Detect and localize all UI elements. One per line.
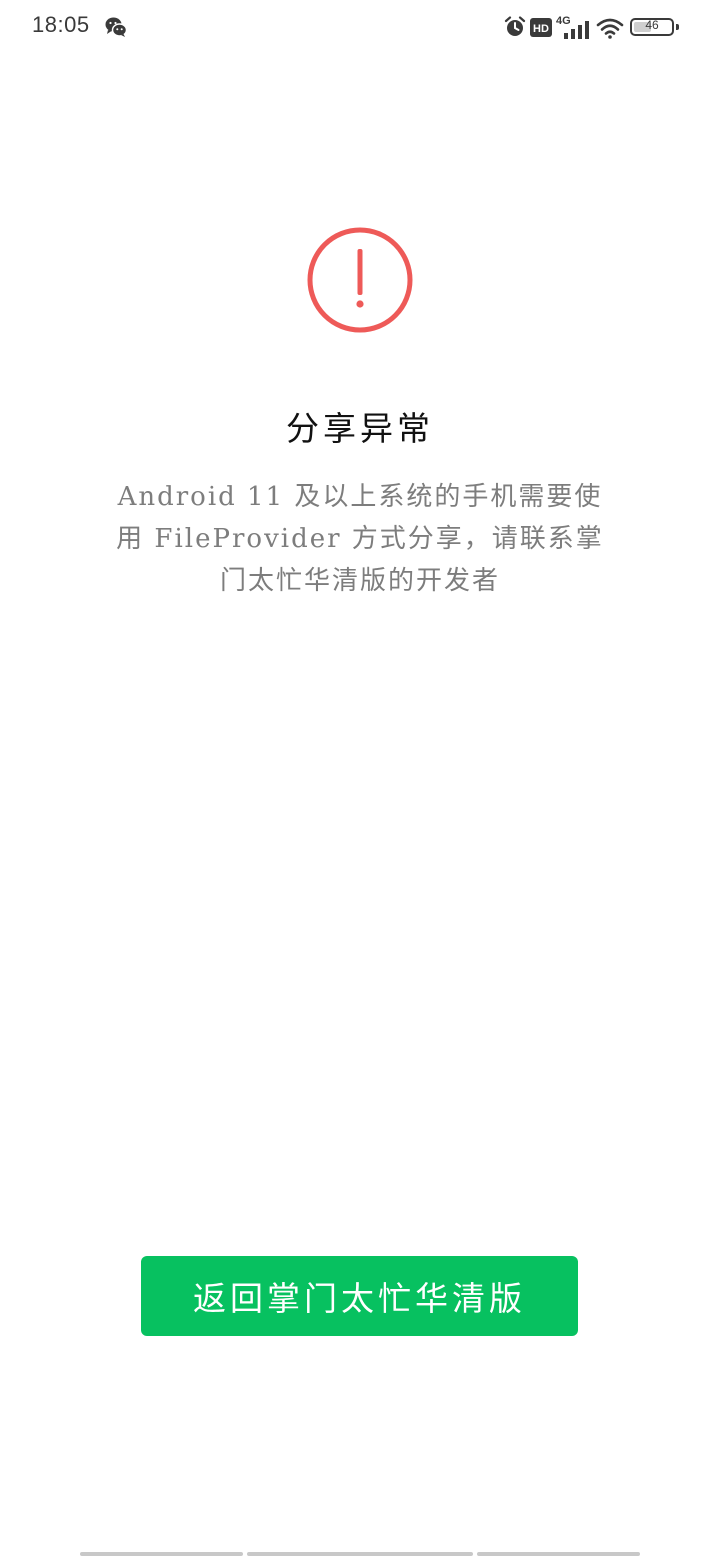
return-button[interactable]: 返回掌门太忙华清版 — [141, 1256, 578, 1336]
wifi-icon — [596, 18, 624, 39]
nav-bar-right — [477, 1552, 640, 1556]
status-bar: 18:05 HD 4G 46 — [0, 0, 720, 54]
nav-bar-center — [247, 1552, 473, 1556]
error-message: Android 11 及以上系统的手机需要使用 FileProvider 方式分… — [116, 482, 604, 596]
battery-icon: 46 — [630, 18, 679, 36]
svg-text:4G: 4G — [556, 15, 571, 27]
alarm-icon — [504, 16, 526, 36]
battery-tip — [676, 24, 679, 30]
wechat-icon — [105, 17, 128, 37]
nav-bar-left — [80, 1552, 243, 1556]
error-title: 分享异常 — [286, 409, 434, 448]
svg-text:HD: HD — [533, 23, 549, 35]
exclamation-circle-icon — [307, 227, 413, 333]
battery-level: 46 — [645, 18, 659, 32]
signal-icon: 4G — [556, 15, 589, 39]
hd-icon: HD — [530, 18, 552, 37]
status-time: 18:05 — [32, 12, 90, 37]
